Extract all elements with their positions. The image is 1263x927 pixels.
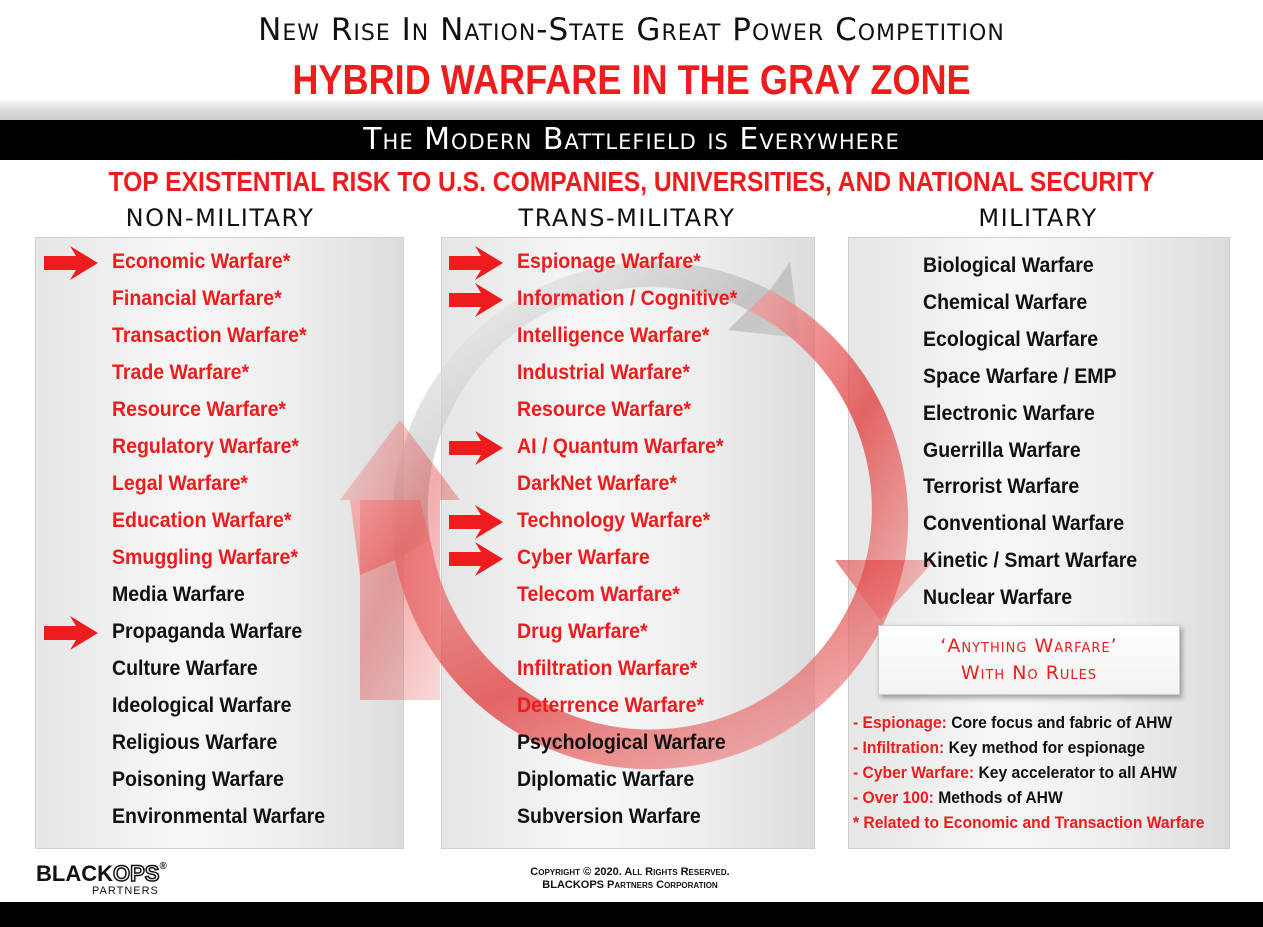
note-key: * Related to Economic and Transaction Wa… [853,813,1205,832]
warfare-item: Subversion Warfare [517,805,701,828]
warfare-item: Religious Warfare [112,731,278,754]
warfare-item: Kinetic / Smart Warfare [923,549,1138,573]
copyright: Copyright © 2020. All Rights Reserved. B… [390,866,870,892]
warfare-item: Intelligence Warfare* [517,324,710,347]
warfare-item: Nuclear Warfare [923,586,1073,610]
warfare-item: Diplomatic Warfare [517,768,695,791]
warfare-item: Space Warfare / EMP [923,364,1117,388]
warfare-item: Resource Warfare* [112,398,287,421]
warfare-item: Culture Warfare [112,657,258,680]
warfare-item: Deterrence Warfare* [517,694,705,717]
warfare-item: Propaganda Warfare [112,620,303,643]
note-key: - Over 100: [853,788,934,807]
blackops-logo: BLACKOPS® [36,860,167,887]
warfare-item: AI / Quantum Warfare* [517,435,724,458]
warfare-item: Espionage Warfare* [517,250,701,273]
warfare-item: Guerrilla Warfare [923,438,1081,462]
logo-reg: ® [159,861,167,872]
highlight-arrow-icon [449,505,503,539]
warfare-item: Infiltration Warfare* [517,657,698,680]
warfare-item: DarkNet Warfare* [517,472,677,495]
note-related: * Related to Economic and Transaction Wa… [853,813,1204,833]
highlight-arrow-icon [44,616,98,650]
warfare-item: Telecom Warfare* [517,583,680,606]
note-infiltration: - Infiltration: Key method for espionage [853,738,1145,758]
highlight-arrow-icon [449,431,503,465]
anything-line-2: With No Rules [960,662,1098,684]
warfare-item: Chemical Warfare [923,290,1088,314]
highlight-arrow-icon [449,542,503,576]
warfare-item: Smuggling Warfare* [112,546,298,569]
warfare-item: Psychological Warfare [517,731,726,754]
warfare-item: Electronic Warfare [923,401,1095,425]
logo-partners: PARTNERS [92,885,159,897]
warfare-item: Financial Warfare* [112,287,282,310]
note-cyber: - Cyber Warfare: Key accelerator to all … [853,763,1177,783]
warfare-item: Biological Warfare [923,254,1094,277]
copyright-line-1: Copyright © 2020. All Rights Reserved. [530,866,730,878]
warfare-item: Conventional Warfare [923,512,1125,536]
warfare-item: Cyber Warfare [517,546,650,569]
note-espionage: - Espionage: Core focus and fabric of AH… [853,713,1172,733]
note-text: Methods of AHW [933,788,1063,807]
note-text: Key accelerator to all AHW [974,763,1177,782]
copyright-line-2: BLACKOPS Partners Corporation [542,879,718,891]
warfare-item: Information / Cognitive* [517,287,738,310]
red-arc-arrow-right [748,290,935,620]
warfare-item: Media Warfare [112,583,245,606]
highlight-arrow-icon [44,246,98,280]
warfare-item: Poisoning Warfare [112,768,284,791]
note-key: - Espionage: [853,713,947,732]
bottom-black-bar [0,902,1263,927]
note-key: - Cyber Warfare: [853,763,975,782]
warfare-item: Ideological Warfare [112,694,292,717]
highlight-arrow-icon [449,246,503,280]
warfare-item: Industrial Warfare* [517,361,690,384]
note-text: Core focus and fabric of AHW [946,713,1173,732]
warfare-item: Terrorist Warfare [923,475,1080,499]
logo-black: BLACK [36,861,113,886]
warfare-item: Education Warfare* [112,509,292,532]
warfare-item: Economic Warfare* [112,250,291,273]
anything-line-1: ‘Anything Warfare’ [940,635,1118,657]
warfare-item: Resource Warfare* [517,398,692,421]
logo-ops: OPS [112,860,160,887]
warfare-item: Ecological Warfare [923,327,1099,351]
warfare-item: Drug Warfare* [517,620,648,643]
note-key: - Infiltration: [853,738,945,757]
warfare-item: Trade Warfare* [112,361,250,384]
highlight-arrow-icon [449,283,503,317]
warfare-item: Transaction Warfare* [112,324,307,347]
note-text: Key method for espionage [944,738,1145,757]
warfare-item: Technology Warfare* [517,509,711,532]
anything-warfare-box: ‘Anything Warfare’ With No Rules [878,625,1180,695]
note-over-100: - Over 100: Methods of AHW [853,788,1063,808]
warfare-item: Legal Warfare* [112,472,249,495]
warfare-item: Regulatory Warfare* [112,435,300,458]
warfare-item: Environmental Warfare [112,805,326,828]
